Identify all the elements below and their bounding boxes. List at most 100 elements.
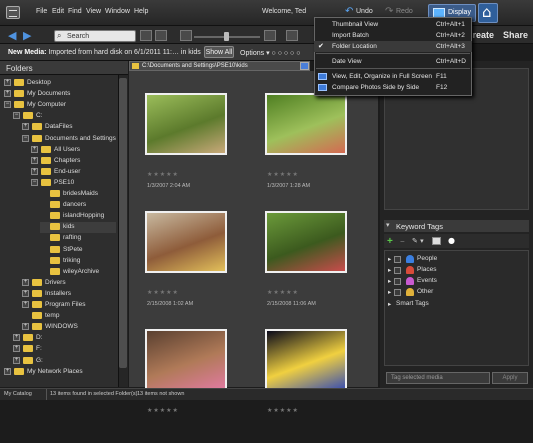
sort-icon[interactable] bbox=[155, 30, 167, 41]
expand-arrow-icon[interactable]: ▸ bbox=[388, 300, 391, 308]
folder-tree-item[interactable]: + Installers bbox=[22, 289, 116, 300]
rating-stars[interactable]: ★★★★★ bbox=[147, 171, 179, 178]
tag-checkbox[interactable] bbox=[394, 256, 401, 263]
photo-thumbnail[interactable] bbox=[145, 93, 227, 155]
add-tag-icon[interactable]: + bbox=[387, 236, 393, 247]
keyword-tags-header[interactable]: Keyword Tags bbox=[384, 220, 529, 232]
expand-toggle-icon[interactable]: + bbox=[31, 167, 38, 175]
display-menu-item[interactable]: View, Edit, Organize in Full Screen F11 bbox=[314, 71, 472, 82]
filter-icon[interactable] bbox=[140, 30, 152, 41]
menu-find[interactable]: Find bbox=[68, 8, 82, 15]
menu-window[interactable]: Window bbox=[105, 8, 130, 15]
expand-arrow-icon[interactable]: ▸ bbox=[388, 288, 391, 296]
folder-tree-item[interactable]: kids bbox=[40, 222, 116, 234]
folder-tree-item[interactable]: rafting bbox=[40, 233, 116, 244]
large-thumbnail-icon[interactable] bbox=[264, 30, 276, 41]
photo-cell[interactable]: ★★★★★ bbox=[257, 325, 369, 443]
expand-toggle-icon[interactable]: + bbox=[13, 345, 20, 353]
expand-toggle-icon[interactable]: + bbox=[31, 145, 38, 153]
expand-toggle-icon[interactable]: + bbox=[22, 123, 29, 131]
rating-stars[interactable]: ★★★★★ bbox=[147, 407, 179, 414]
folder-tree-item[interactable]: + Chapters bbox=[31, 156, 116, 167]
forward-arrow-icon[interactable]: ▶ bbox=[23, 29, 31, 42]
folder-tree-item[interactable]: StPete bbox=[40, 245, 116, 256]
folder-tree-item[interactable]: + WINDOWS bbox=[22, 322, 116, 333]
menu-view[interactable]: View bbox=[86, 8, 101, 15]
expand-toggle-icon[interactable]: + bbox=[31, 156, 38, 164]
menu-file[interactable]: File bbox=[36, 8, 47, 15]
folder-tree-item[interactable]: triking bbox=[40, 256, 116, 267]
display-menu-item[interactable]: ✔ Folder Location Ctrl+Alt+3 bbox=[314, 41, 472, 52]
folder-tree-item[interactable]: wileyArchive bbox=[40, 267, 116, 278]
expand-toggle-icon[interactable]: − bbox=[22, 134, 29, 142]
expand-toggle-icon[interactable]: + bbox=[4, 367, 11, 375]
rating-stars[interactable]: ★★★★★ bbox=[147, 289, 179, 296]
display-menu-item[interactable]: Compare Photos Side by Side F12 bbox=[314, 82, 472, 93]
undo-button[interactable]: Undo bbox=[356, 8, 373, 15]
options-dropdown[interactable]: Options ▾ ○ ○ ○ ○ ○ bbox=[240, 49, 300, 57]
photo-cell[interactable]: ★★★★★ bbox=[137, 325, 249, 443]
lightbulb-icon[interactable]: ● bbox=[448, 236, 455, 245]
tag-checkbox[interactable] bbox=[394, 278, 401, 285]
expand-toggle-icon[interactable]: + bbox=[22, 278, 29, 286]
expand-toggle-icon[interactable]: + bbox=[4, 90, 11, 98]
folder-tree-item[interactable]: + F: bbox=[13, 344, 116, 355]
catalog-name[interactable]: My Catalog bbox=[4, 391, 32, 397]
expand-arrow-icon[interactable]: ▸ bbox=[388, 277, 391, 285]
home-button[interactable] bbox=[478, 3, 498, 23]
expand-toggle-icon[interactable]: − bbox=[4, 101, 11, 109]
photo-thumbnail[interactable] bbox=[145, 329, 227, 391]
folder-tree-item[interactable]: islandHopping bbox=[40, 211, 116, 222]
display-menu-item[interactable]: Thumbnail View Ctrl+Alt+1 bbox=[314, 19, 472, 30]
undo-icon[interactable]: ↶ bbox=[345, 6, 353, 17]
display-menu-item[interactable]: Import Batch Ctrl+Alt+2 bbox=[314, 30, 472, 41]
photo-cell[interactable]: ★★★★★ 2/15/2008 1:02 AM bbox=[137, 207, 249, 325]
expand-toggle-icon[interactable]: + bbox=[13, 334, 20, 342]
folder-tree-item[interactable]: + My Documents bbox=[4, 89, 116, 100]
fit-screen-icon[interactable] bbox=[286, 30, 298, 41]
tag-selected-input[interactable]: Tag selected media bbox=[386, 372, 490, 384]
expand-toggle-icon[interactable]: + bbox=[13, 356, 20, 364]
expand-arrow-icon[interactable]: ▸ bbox=[388, 255, 391, 263]
show-all-button[interactable]: Show All bbox=[204, 46, 234, 58]
folder-tree-item[interactable]: temp bbox=[22, 311, 116, 322]
collapse-icon[interactable]: ▾ bbox=[386, 221, 390, 229]
search-input[interactable]: ⌕ Search bbox=[54, 30, 136, 42]
menu-edit[interactable]: Edit bbox=[52, 8, 64, 15]
photo-cell[interactable]: ★★★★★ 1/3/2007 2:04 AM bbox=[137, 89, 249, 207]
folder-tree-item[interactable]: − Documents and Settings bbox=[22, 134, 116, 145]
folder-tree-item[interactable]: + My Network Places bbox=[4, 367, 116, 378]
back-arrow-icon[interactable]: ◀ bbox=[8, 29, 16, 42]
slider-knob[interactable] bbox=[224, 32, 229, 41]
edit-tag-icon[interactable]: ✎ ▾ bbox=[412, 237, 424, 245]
folder-tree-item[interactable]: dancers bbox=[40, 200, 116, 211]
photo-cell[interactable]: ★★★★★ 2/15/2008 11:06 AM bbox=[257, 207, 369, 325]
folder-tree-item[interactable]: + All Users bbox=[31, 145, 116, 156]
folder-tree-item[interactable]: bridesMaids bbox=[40, 189, 116, 200]
folder-tree-item[interactable]: + D: bbox=[13, 333, 116, 344]
delete-tag-icon[interactable]: − bbox=[400, 237, 405, 246]
expand-toggle-icon[interactable]: + bbox=[22, 301, 29, 308]
tag-image-icon[interactable] bbox=[432, 237, 441, 245]
tag-checkbox[interactable] bbox=[394, 289, 401, 296]
rating-stars[interactable]: ★★★★★ bbox=[267, 407, 299, 414]
folder-tree-item[interactable]: − C: bbox=[13, 111, 116, 122]
folder-tree-item[interactable]: + Drivers bbox=[22, 278, 116, 289]
photo-thumbnail[interactable] bbox=[145, 211, 227, 273]
folder-tree-item[interactable]: − PSE10 bbox=[31, 178, 116, 189]
menu-help[interactable]: Help bbox=[134, 8, 148, 15]
share-tab[interactable]: Share bbox=[503, 30, 528, 40]
folders-scroll-thumb[interactable] bbox=[119, 78, 127, 368]
expand-toggle-icon[interactable]: + bbox=[22, 289, 29, 297]
photo-thumbnail[interactable] bbox=[265, 329, 347, 391]
folder-tree-item[interactable]: + Program Files bbox=[22, 300, 116, 311]
small-thumbnail-icon[interactable] bbox=[180, 30, 192, 41]
tag-checkbox[interactable] bbox=[394, 267, 401, 274]
folder-tree-item[interactable]: + G: bbox=[13, 356, 116, 367]
folder-tree-item[interactable]: + DataFiles bbox=[22, 122, 116, 133]
expand-toggle-icon[interactable]: + bbox=[4, 79, 11, 86]
folder-tree-item[interactable]: + Desktop bbox=[4, 78, 116, 89]
expand-arrow-icon[interactable]: ▸ bbox=[388, 266, 391, 274]
folder-tree-item[interactable]: + End-user bbox=[31, 167, 116, 178]
rating-stars[interactable]: ★★★★★ bbox=[267, 171, 299, 178]
